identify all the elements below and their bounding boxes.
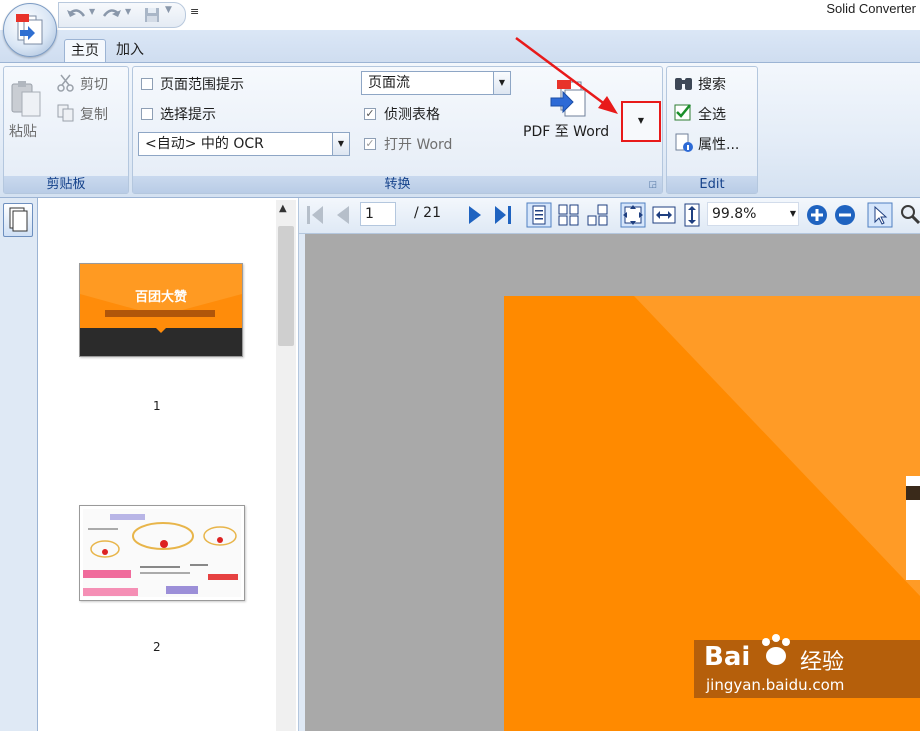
- layout-select[interactable]: 页面流 ▼: [361, 71, 511, 95]
- first-page-icon[interactable]: [305, 204, 325, 226]
- zoom-value: 99.8%: [712, 206, 757, 222]
- two-page-view-icon[interactable]: [557, 202, 581, 228]
- select-all-button[interactable]: 全选: [698, 104, 726, 124]
- fit-width-icon[interactable]: [651, 202, 677, 228]
- properties-button[interactable]: 属性...: [698, 134, 739, 154]
- chevron-down-icon[interactable]: ▼: [493, 72, 510, 94]
- page-range-hint-checkbox[interactable]: [141, 78, 153, 90]
- undo-icon[interactable]: [65, 6, 87, 24]
- cut-button[interactable]: 剪切: [80, 74, 108, 94]
- select-pointer-icon[interactable]: [867, 202, 893, 228]
- zoom-tool-icon[interactable]: [898, 202, 920, 228]
- page-range-hint-label: 页面范围提示: [160, 77, 244, 93]
- solid-converter-logo-icon: [16, 14, 43, 45]
- redo-icon[interactable]: [101, 6, 123, 24]
- quick-access-toolbar: ▼ ▼ ▼: [58, 2, 186, 28]
- ocr-select-value: <自动> 中的 OCR: [145, 136, 264, 152]
- previous-page-icon[interactable]: [334, 204, 352, 226]
- chevron-down-icon[interactable]: ▼: [332, 133, 349, 155]
- convert-group-label: 转换: [133, 176, 662, 193]
- dialog-launcher-icon[interactable]: ◲: [648, 180, 657, 190]
- tab-home[interactable]: 主页: [64, 39, 106, 62]
- save-icon[interactable]: [143, 6, 161, 24]
- scroll-up-icon[interactable]: ▲: [279, 203, 287, 214]
- fit-height-icon[interactable]: [681, 202, 703, 228]
- watermark-url: jingyan.baidu.com: [706, 676, 845, 694]
- edit-group-label: Edit: [667, 176, 757, 193]
- layout-select-value: 页面流: [368, 75, 410, 91]
- application-menu-button[interactable]: [3, 3, 57, 57]
- properties-icon[interactable]: [674, 133, 694, 153]
- single-page-view-icon[interactable]: [526, 202, 552, 228]
- chevron-down-icon[interactable]: ▼: [790, 203, 796, 225]
- select-all-icon[interactable]: [674, 103, 694, 121]
- detect-tables-checkbox[interactable]: ✓: [364, 108, 376, 120]
- window-title: Solid Converter: [826, 1, 916, 16]
- ocr-select[interactable]: <自动> 中的 OCR ▼: [138, 132, 350, 156]
- watermark-brand-cn: 经验: [800, 650, 845, 675]
- chevron-down-icon: ▼: [637, 116, 645, 125]
- detect-tables-label: 侦测表格: [384, 107, 440, 123]
- zoom-out-icon[interactable]: [834, 204, 856, 226]
- search-button[interactable]: 搜索: [698, 74, 726, 94]
- binoculars-icon[interactable]: [674, 74, 694, 92]
- page-1-preview: [80, 264, 242, 356]
- current-page-input[interactable]: 1: [360, 202, 396, 226]
- customize-qat-icon[interactable]: ≡: [190, 5, 199, 18]
- tab-add-ins[interactable]: 加入: [110, 39, 150, 61]
- page-number-label: 1: [153, 399, 161, 413]
- next-page-icon[interactable]: [466, 204, 484, 226]
- facing-pages-view-icon[interactable]: [586, 202, 610, 228]
- pages-icon: [9, 207, 28, 232]
- page-2-preview: [83, 509, 241, 597]
- pages-panel-button[interactable]: [3, 203, 33, 237]
- undo-dropdown-icon[interactable]: ▼: [89, 7, 95, 16]
- selection-hint-label: 选择提示: [160, 107, 216, 123]
- selection-hint-checkbox[interactable]: [141, 108, 153, 120]
- open-word-checkbox[interactable]: ✓: [364, 138, 376, 150]
- page-number-label: 2: [153, 640, 161, 654]
- zoom-in-icon[interactable]: [806, 204, 828, 226]
- redo-dropdown-icon[interactable]: ▼: [125, 7, 131, 16]
- watermark-brand: Bai: [704, 642, 751, 672]
- pdf-to-word-dropdown-button[interactable]: ▼: [621, 101, 661, 142]
- paste-button[interactable]: 粘贴: [9, 121, 37, 141]
- page-1-title: 百团大赞: [134, 290, 187, 305]
- open-word-label: 打开 Word: [384, 137, 453, 153]
- annotation-arrow: [515, 36, 618, 114]
- last-page-icon[interactable]: [493, 204, 515, 226]
- copy-button[interactable]: 复制: [80, 104, 108, 124]
- copy-icon[interactable]: [56, 103, 76, 123]
- page-thumbnail[interactable]: [79, 505, 245, 601]
- fit-page-icon[interactable]: [620, 202, 646, 228]
- page-thumbnail[interactable]: 百团大赞: [79, 263, 243, 357]
- clipboard-group-label: 剪贴板: [4, 176, 128, 193]
- cut-icon[interactable]: [56, 73, 76, 93]
- pdf-to-word-button[interactable]: PDF 至 Word: [523, 121, 609, 141]
- total-pages-label: / 21: [414, 205, 441, 221]
- baidu-jingyan-watermark: Bai 经验 jingyan.baidu.com: [694, 634, 920, 698]
- save-dropdown-icon[interactable]: ▼: [165, 5, 172, 15]
- zoom-select[interactable]: 99.8% ▼: [707, 202, 799, 226]
- thumbnails-scrollbar-thumb[interactable]: [278, 226, 294, 346]
- paw-icon: [762, 634, 790, 665]
- paste-icon[interactable]: [8, 80, 44, 120]
- side-panel-strip: [0, 198, 38, 731]
